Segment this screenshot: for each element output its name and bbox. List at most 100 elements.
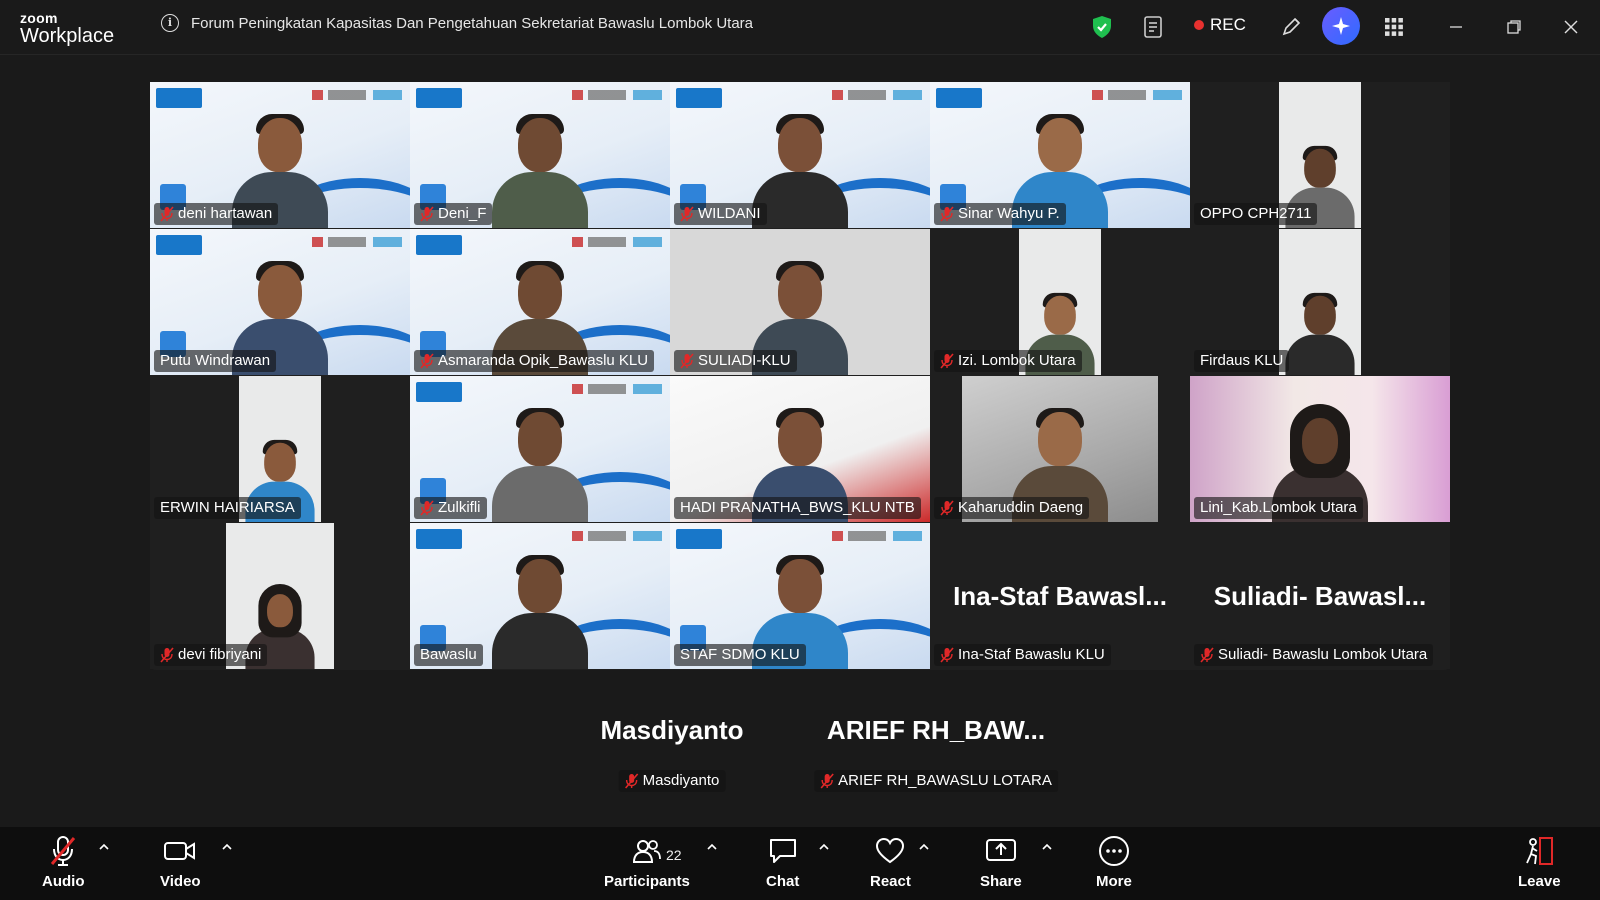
participant-tile[interactable]: Zulkifli bbox=[410, 376, 670, 522]
participant-tile[interactable]: STAF SDMO KLU bbox=[670, 523, 930, 669]
heart-icon bbox=[875, 833, 905, 869]
participant-name-label: ARIEF RH_BAWASLU LOTARA bbox=[814, 770, 1058, 792]
participant-tile[interactable]: devi fibriyani bbox=[150, 523, 410, 669]
participants-count: 22 bbox=[666, 847, 682, 863]
chat-options-chevron-up-icon[interactable] bbox=[818, 841, 830, 853]
event-banner-logo bbox=[936, 88, 982, 108]
audio-options-chevron-up-icon[interactable] bbox=[98, 841, 110, 853]
participant-tile[interactable]: OPPO CPH2711 bbox=[1190, 82, 1450, 228]
mic-muted-icon bbox=[625, 773, 639, 789]
participant-tile[interactable]: Firdaus KLU bbox=[1190, 229, 1450, 375]
participants-people-icon bbox=[632, 833, 662, 869]
participant-tile[interactable]: WILDANI bbox=[670, 82, 930, 228]
participant-tile[interactable]: Lini_Kab.Lombok Utara bbox=[1190, 376, 1450, 522]
zoom-workplace-logo: zoom Workplace bbox=[20, 11, 114, 46]
audio-label: Audio bbox=[42, 873, 85, 890]
participant-name-label: Sinar Wahyu P. bbox=[934, 203, 1066, 225]
participant-name: Sinar Wahyu P. bbox=[958, 205, 1060, 222]
video-camera-icon bbox=[163, 833, 197, 869]
sponsor-logos bbox=[1092, 90, 1182, 100]
participant-tile[interactable]: Asmaranda Opik_Bawaslu KLU bbox=[410, 229, 670, 375]
video-label: Video bbox=[160, 873, 201, 890]
participant-name-label: Deni_F bbox=[414, 203, 493, 225]
mic-muted-icon bbox=[820, 773, 834, 789]
participant-tile[interactable]: Suliadi- Bawasl... Suliadi- Bawaslu Lombo… bbox=[1190, 523, 1450, 669]
title-bar: zoom Workplace i Forum Peningkatan Kapas… bbox=[0, 0, 1600, 55]
meeting-toolbar: Audio Video Participants 22 Chat React S… bbox=[0, 827, 1600, 900]
ai-companion-sparkle-icon[interactable] bbox=[1322, 7, 1360, 45]
sponsor-logos bbox=[832, 531, 922, 541]
react-options-chevron-up-icon[interactable] bbox=[918, 841, 930, 853]
participant-person bbox=[492, 404, 588, 522]
participant-name-label: Putu Windrawan bbox=[154, 350, 277, 372]
participant-tile[interactable]: Bawaslu bbox=[410, 523, 670, 669]
participant-name-label: Asmaranda Opik_Bawaslu KLU bbox=[414, 350, 655, 372]
brand-small: zoom bbox=[20, 10, 58, 26]
share-button[interactable]: Share bbox=[980, 833, 1022, 890]
participant-name: Asmaranda Opik_Bawaslu KLU bbox=[438, 352, 649, 369]
participant-name-label: Suliadi- Bawaslu Lombok Utara bbox=[1194, 644, 1434, 666]
share-label: Share bbox=[980, 873, 1022, 890]
more-label: More bbox=[1096, 873, 1132, 890]
chat-label: Chat bbox=[766, 873, 800, 890]
participant-name-label: Kaharuddin Daeng bbox=[934, 497, 1090, 519]
participant-name: WILDANI bbox=[698, 205, 761, 222]
participant-tile[interactable]: HADI PRANATHA_BWS_KLU NTB bbox=[670, 376, 930, 522]
mic-muted-icon bbox=[940, 206, 954, 222]
video-options-chevron-up-icon[interactable] bbox=[221, 841, 233, 853]
mic-muted-icon bbox=[940, 353, 954, 369]
participant-name: devi fibriyani bbox=[178, 646, 262, 663]
participant-name-label: Firdaus KLU bbox=[1194, 350, 1290, 372]
participant-name: Bawaslu bbox=[420, 646, 477, 663]
rec-label: REC bbox=[1210, 15, 1246, 34]
audio-button[interactable]: Audio bbox=[42, 833, 85, 890]
participant-tile[interactable]: ERWIN HAIRIARSA bbox=[150, 376, 410, 522]
info-icon[interactable]: i bbox=[161, 14, 179, 32]
sponsor-logos bbox=[572, 237, 662, 247]
participant-tile[interactable]: SULIADI-KLU bbox=[670, 229, 930, 375]
chat-button[interactable]: Chat bbox=[766, 833, 799, 890]
meeting-title: Forum Peningkatan Kapasitas Dan Pengetah… bbox=[191, 15, 753, 32]
participant-display-name: ARIEF RH_BAW... bbox=[826, 715, 1046, 745]
participant-tile[interactable]: Izi. Lombok Utara bbox=[930, 229, 1190, 375]
mic-muted-icon bbox=[940, 647, 954, 663]
event-banner-logo bbox=[416, 235, 462, 255]
mic-muted-icon bbox=[420, 500, 434, 516]
participant-tile[interactable]: Masdiyanto Masdiyanto bbox=[547, 715, 797, 825]
sponsor-logos bbox=[312, 237, 402, 247]
minimize-icon[interactable] bbox=[1441, 12, 1471, 42]
participant-name: Firdaus KLU bbox=[1200, 352, 1284, 369]
leave-door-icon bbox=[1523, 833, 1555, 869]
video-button[interactable]: Video bbox=[160, 833, 201, 890]
participant-tile[interactable]: Deni_F bbox=[410, 82, 670, 228]
apps-grid-icon[interactable] bbox=[1379, 12, 1409, 42]
recording-indicator[interactable]: REC bbox=[1194, 15, 1246, 35]
participant-tile[interactable]: Sinar Wahyu P. bbox=[930, 82, 1190, 228]
mic-muted-icon bbox=[420, 206, 434, 222]
annotate-pen-icon[interactable] bbox=[1276, 12, 1306, 42]
participant-tile[interactable]: Kaharuddin Daeng bbox=[930, 376, 1190, 522]
participant-name-label: Izi. Lombok Utara bbox=[934, 350, 1082, 372]
share-options-chevron-up-icon[interactable] bbox=[1041, 841, 1053, 853]
sponsor-logos bbox=[572, 531, 662, 541]
participant-tile[interactable]: Putu Windrawan bbox=[150, 229, 410, 375]
close-icon[interactable] bbox=[1556, 12, 1586, 42]
encryption-shield-icon[interactable] bbox=[1087, 12, 1117, 42]
transcript-doc-icon[interactable] bbox=[1138, 12, 1168, 42]
event-banner-logo bbox=[416, 88, 462, 108]
mic-muted-icon bbox=[680, 353, 694, 369]
participant-tile[interactable]: ARIEF RH_BAW... ARIEF RH_BAWASLU LOTARA bbox=[806, 715, 1066, 825]
restore-icon[interactable] bbox=[1499, 12, 1529, 42]
react-button[interactable]: React bbox=[870, 833, 911, 890]
participants-options-chevron-up-icon[interactable] bbox=[706, 841, 718, 853]
participant-display-name: Masdiyanto bbox=[600, 715, 744, 745]
participant-name-label: STAF SDMO KLU bbox=[674, 644, 806, 666]
participant-person bbox=[1285, 290, 1355, 375]
participant-name: HADI PRANATHA_BWS_KLU NTB bbox=[680, 499, 915, 516]
participant-name: Suliadi- Bawaslu Lombok Utara bbox=[1218, 646, 1428, 663]
participant-tile[interactable]: deni hartawan bbox=[150, 82, 410, 228]
participant-name: Ina-Staf Bawaslu KLU bbox=[958, 646, 1105, 663]
leave-button[interactable]: Leave bbox=[1518, 833, 1561, 890]
participant-tile[interactable]: Ina-Staf Bawasl... Ina-Staf Bawaslu KLU bbox=[930, 523, 1190, 669]
more-button[interactable]: More bbox=[1096, 833, 1132, 890]
